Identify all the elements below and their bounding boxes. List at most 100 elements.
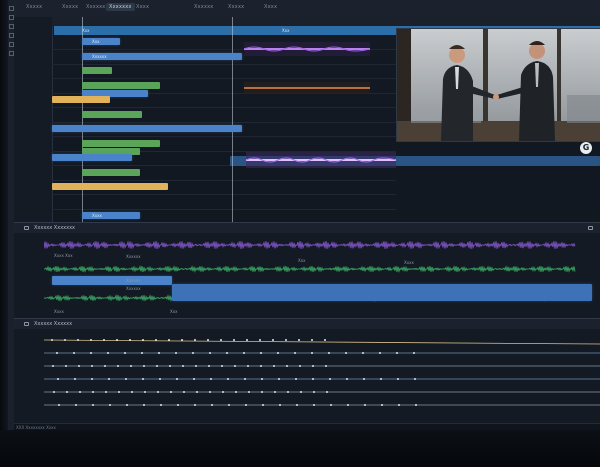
keyframe-dot[interactable] <box>116 339 118 341</box>
keyframe-dot[interactable] <box>193 378 195 380</box>
keyframe-dot[interactable] <box>143 404 145 406</box>
keyframe-dot[interactable] <box>299 365 301 367</box>
keyframe-dot[interactable] <box>261 378 263 380</box>
video-clip[interactable] <box>82 81 160 89</box>
keyframe-dot[interactable] <box>324 339 326 341</box>
audio-waveform[interactable] <box>44 240 576 250</box>
keyframe-dot[interactable] <box>124 352 126 354</box>
video-clip[interactable] <box>52 96 110 103</box>
keyframe-dot[interactable] <box>210 378 212 380</box>
keyframe-dot[interactable] <box>221 365 223 367</box>
video-clip[interactable] <box>82 139 160 147</box>
video-clip[interactable]: Xxxx <box>82 212 140 219</box>
keyframe-dot[interactable] <box>235 391 237 393</box>
keyframe-dot[interactable] <box>209 352 211 354</box>
video-preview[interactable] <box>396 28 600 142</box>
keyframe-dot[interactable] <box>52 365 54 367</box>
keyframe-dot[interactable] <box>53 391 55 393</box>
video-clip[interactable]: Xxxxxx <box>82 52 242 60</box>
keyframe-dot[interactable] <box>141 352 143 354</box>
video-clip[interactable]: Xxx <box>82 38 120 45</box>
keyframe-dot[interactable] <box>329 378 331 380</box>
keyframe-dot[interactable] <box>233 339 235 341</box>
keyframe-dot[interactable] <box>260 352 262 354</box>
keyframe-dot[interactable] <box>300 391 302 393</box>
keyframe-dot[interactable] <box>398 404 400 406</box>
keyframe-dot[interactable] <box>396 352 398 354</box>
keyframe-dot[interactable] <box>131 391 133 393</box>
keyframe-dot[interactable] <box>328 352 330 354</box>
keyframe-dot[interactable] <box>379 352 381 354</box>
keyframe-dot[interactable] <box>169 365 171 367</box>
video-clip[interactable] <box>82 168 140 176</box>
keyframe-dot[interactable] <box>262 404 264 406</box>
keyframe-dot[interactable] <box>325 365 327 367</box>
keyframe-dot[interactable] <box>234 365 236 367</box>
orange-glow-clip[interactable] <box>244 82 370 94</box>
keyframe-dot[interactable] <box>104 365 106 367</box>
keyframe-dot[interactable] <box>311 339 313 341</box>
keyframe-dot[interactable] <box>220 339 222 341</box>
keyframe-dot[interactable] <box>77 339 79 341</box>
keyframe-dot[interactable] <box>91 378 93 380</box>
keyframe-dot[interactable] <box>261 391 263 393</box>
effects-keyframe-lanes[interactable] <box>44 332 600 422</box>
keyframe-dot[interactable] <box>295 378 297 380</box>
tab-2[interactable]: Xxxxx <box>62 4 78 10</box>
video-clip[interactable] <box>82 67 112 74</box>
keyframe-dot[interactable] <box>209 391 211 393</box>
keyframe-dot[interactable] <box>222 391 224 393</box>
keyframe-dot[interactable] <box>144 391 146 393</box>
keyframe-dot[interactable] <box>312 378 314 380</box>
keyframe-dot[interactable] <box>298 339 300 341</box>
keyframe-dot[interactable] <box>105 391 107 393</box>
keyframe-dot[interactable] <box>228 404 230 406</box>
keyframe-dot[interactable] <box>287 391 289 393</box>
keyframe-dot[interactable] <box>157 391 159 393</box>
audio-panel-menu-icon[interactable] <box>588 226 593 230</box>
video-clip[interactable] <box>52 183 168 190</box>
purple-glow-clip-1[interactable] <box>244 42 370 56</box>
tab-7[interactable]: Xxxxx <box>228 4 244 10</box>
keyframe-dot[interactable] <box>155 339 157 341</box>
keyframe-dot[interactable] <box>158 352 160 354</box>
keyframe-dot[interactable] <box>381 404 383 406</box>
keyframe-dot[interactable] <box>345 352 347 354</box>
keyframe-dot[interactable] <box>51 339 53 341</box>
keyframe-dot[interactable] <box>196 391 198 393</box>
keyframe-dot[interactable] <box>311 352 313 354</box>
purple-glow-clip-2[interactable] <box>246 152 396 168</box>
keyframe-dot[interactable] <box>244 378 246 380</box>
video-clip[interactable] <box>82 110 142 118</box>
keyframe-dot[interactable] <box>286 365 288 367</box>
keyframe-dot[interactable] <box>259 339 261 341</box>
keyframe-dot[interactable] <box>56 352 58 354</box>
keyframe-dot[interactable] <box>79 391 81 393</box>
keyframe-dot[interactable] <box>208 365 210 367</box>
keyframe-dot[interactable] <box>260 365 262 367</box>
keyframe-dot[interactable] <box>278 378 280 380</box>
keyframe-dot[interactable] <box>73 352 75 354</box>
keyframe-dot[interactable] <box>90 339 92 341</box>
keyframe-dot[interactable] <box>226 352 228 354</box>
keyframe-dot[interactable] <box>364 404 366 406</box>
keyframe-dot[interactable] <box>326 391 328 393</box>
keyframe-dot[interactable] <box>195 365 197 367</box>
keyframe-dot[interactable] <box>312 365 314 367</box>
keyframe-dot[interactable] <box>285 339 287 341</box>
keyframe-dot[interactable] <box>177 404 179 406</box>
keyframe-dot[interactable] <box>194 404 196 406</box>
keyframe-dot[interactable] <box>183 391 185 393</box>
keyframe-dot[interactable] <box>194 339 196 341</box>
keyframe-dot[interactable] <box>168 339 170 341</box>
keyframe-dot[interactable] <box>362 352 364 354</box>
keyframe-dot[interactable] <box>126 404 128 406</box>
keyframe-dot[interactable] <box>347 404 349 406</box>
keyframe-dot[interactable] <box>313 391 315 393</box>
keyframe-dot[interactable] <box>159 378 161 380</box>
video-clip[interactable] <box>52 154 132 161</box>
keyframe-dot[interactable] <box>181 339 183 341</box>
tab-5[interactable]: Xxxx <box>136 4 149 10</box>
keyframe-dot[interactable] <box>363 378 365 380</box>
keyframe-dot[interactable] <box>142 339 144 341</box>
